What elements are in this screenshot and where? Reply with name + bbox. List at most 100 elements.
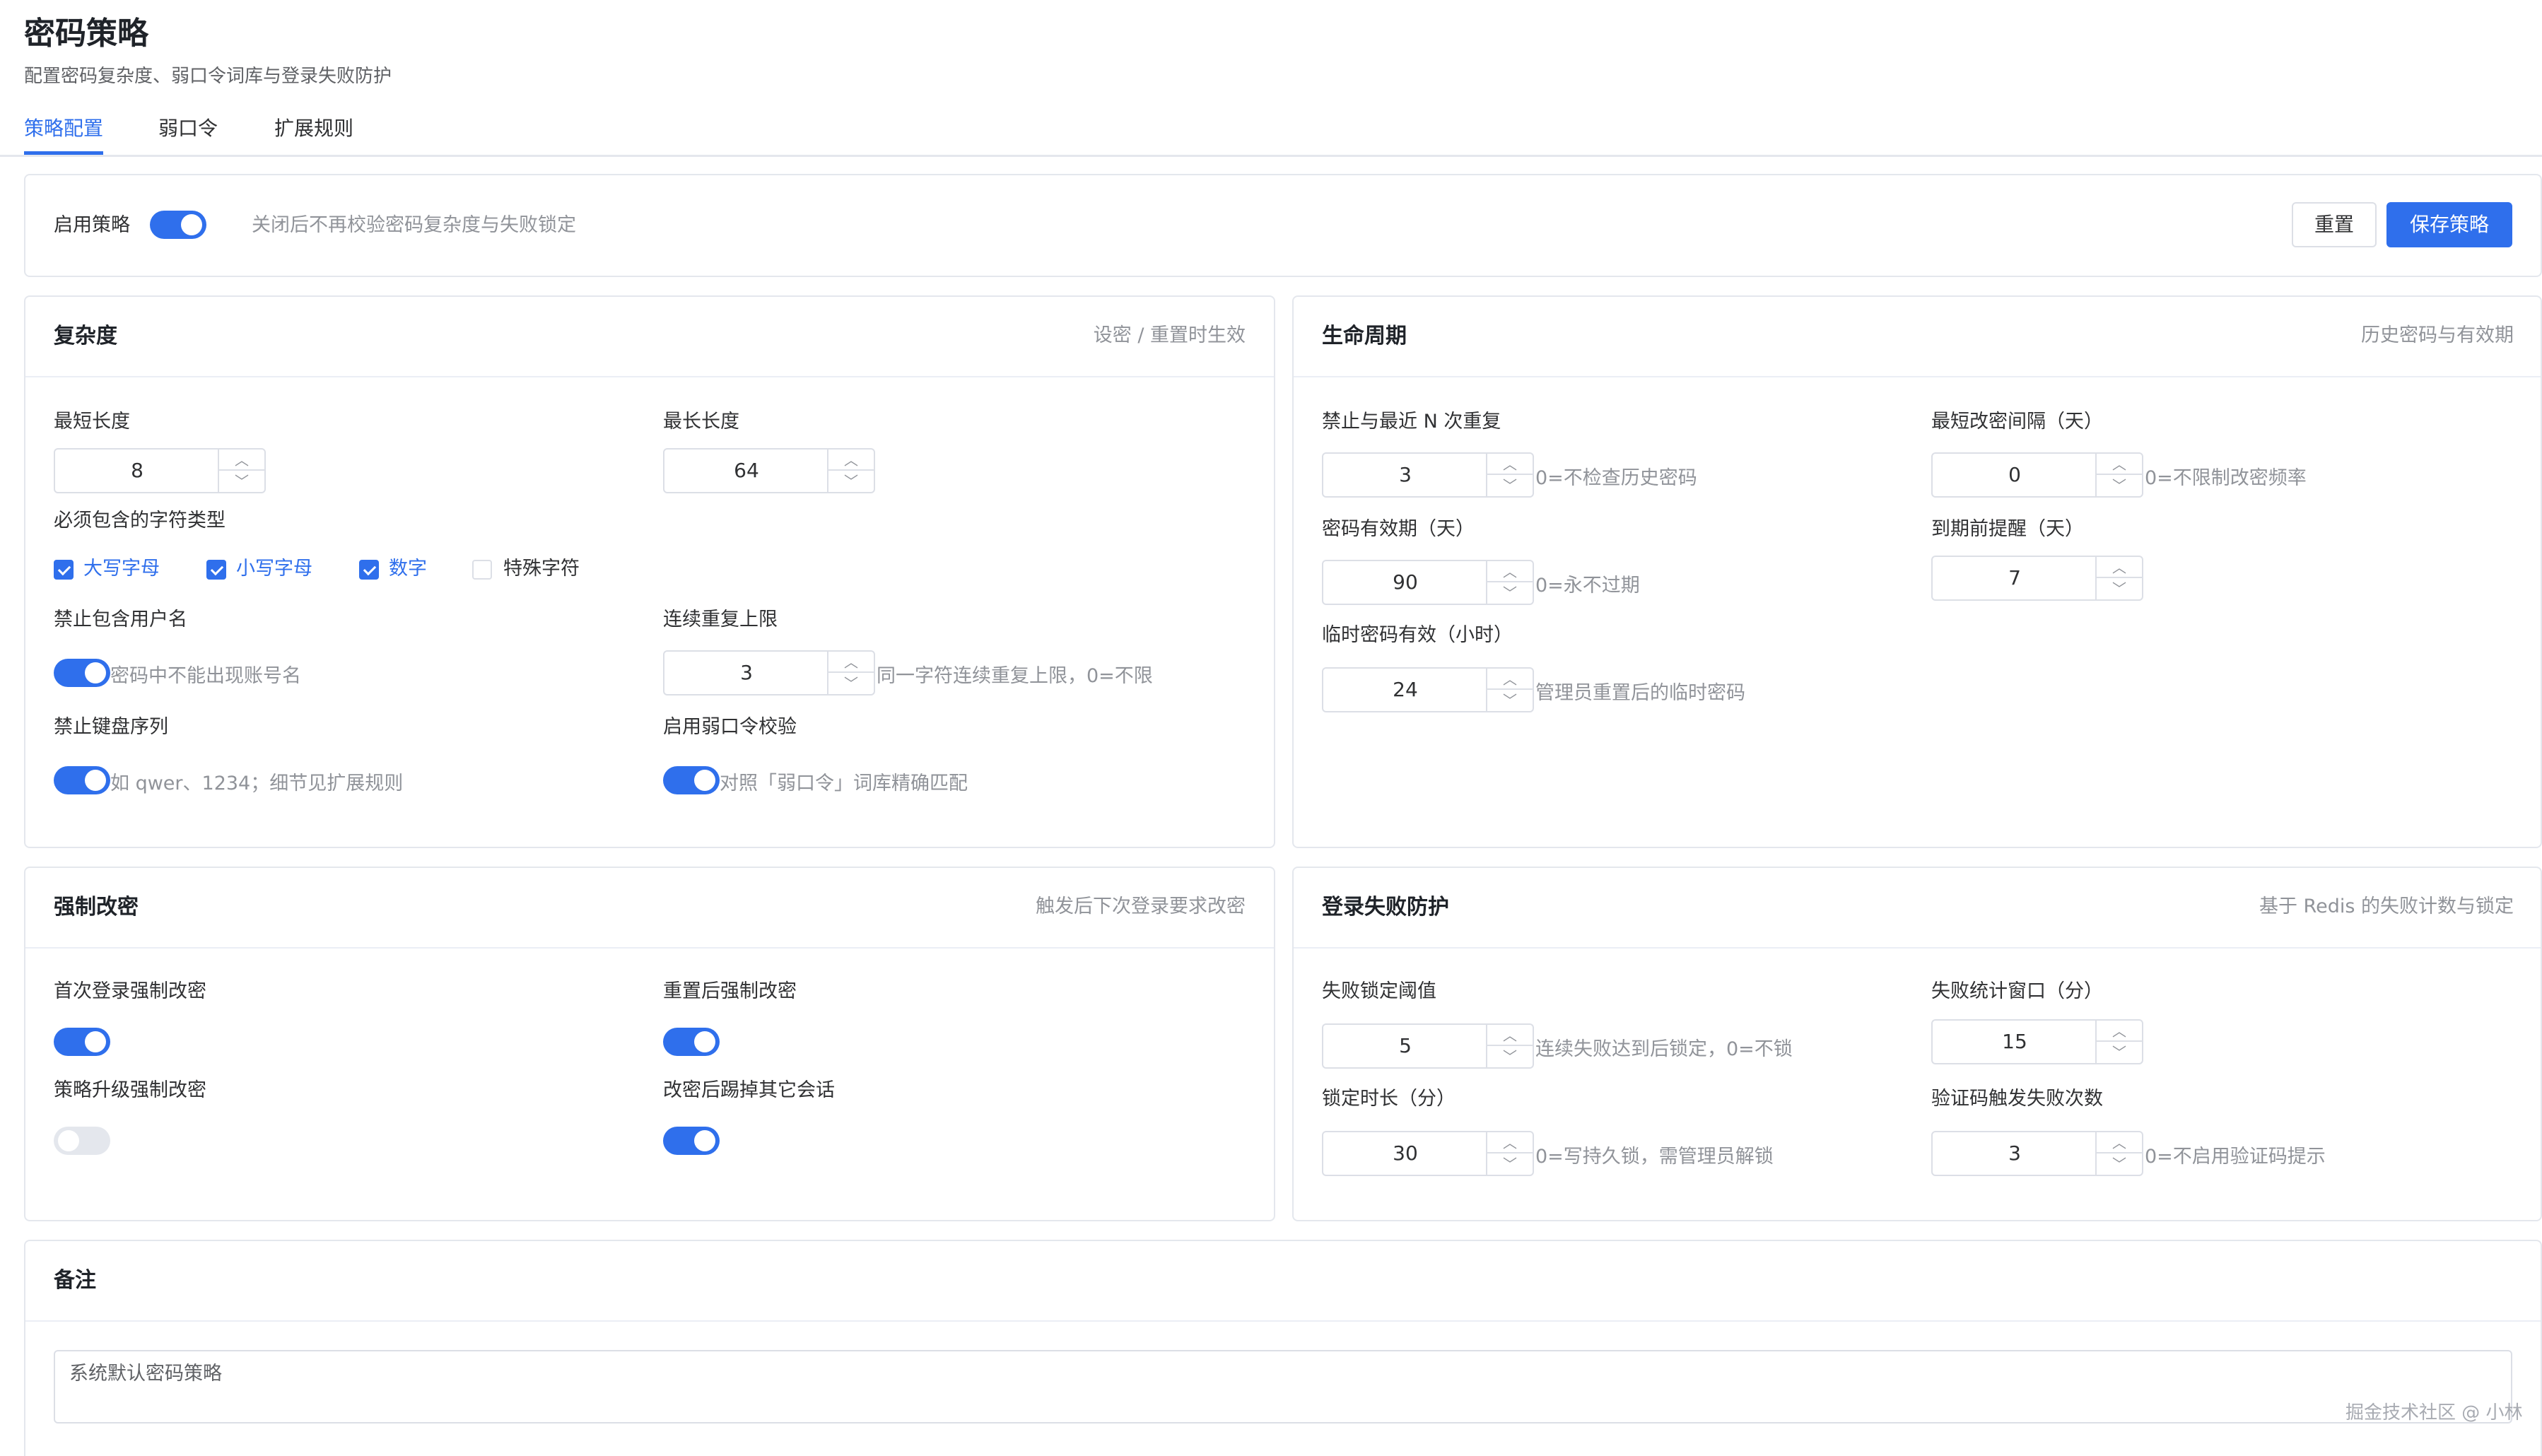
max-length-stepper[interactable]: 64 ︿ ﹀ <box>663 448 875 493</box>
tab-weak-passwords[interactable]: 弱口令 <box>158 113 218 144</box>
watermark: 掘金技术社区 @ 小林 <box>2345 1402 2523 1423</box>
decrement-icon[interactable]: ﹀ <box>828 471 874 492</box>
validity-stepper[interactable]: 90 ︿ ﹀ <box>1322 560 1534 605</box>
uppercase-label[interactable]: 大写字母 <box>83 556 160 582</box>
decrement-icon[interactable]: ﹀ <box>2097 1153 2142 1175</box>
history-value: 3 <box>1399 463 1412 486</box>
digits-checkbox[interactable] <box>359 560 379 580</box>
increment-icon[interactable]: ︿ <box>828 652 874 673</box>
decrement-icon[interactable]: ﹀ <box>1487 1046 1533 1067</box>
max-length-value: 64 <box>734 459 759 482</box>
decrement-icon[interactable]: ﹀ <box>828 673 874 694</box>
stepper-controls: ︿ ﹀ <box>2095 557 2142 599</box>
tab-policy-config[interactable]: 策略配置 <box>24 113 103 144</box>
lowercase-checkbox[interactable] <box>206 560 226 580</box>
decrement-icon[interactable]: ﹀ <box>2097 1042 2142 1063</box>
force-change-title: 强制改密 <box>54 895 139 920</box>
reset-button[interactable]: 重置 <box>2292 202 2377 247</box>
repeat-limit-label: 连续重复上限 <box>663 609 778 630</box>
enable-policy-label: 启用策略 <box>54 214 130 236</box>
lock-threshold-label: 失败锁定阈值 <box>1322 980 1436 1002</box>
remind-value: 7 <box>2008 566 2021 589</box>
decrement-icon[interactable]: ﹀ <box>1487 1153 1533 1175</box>
stepper-controls: ︿ ﹀ <box>1486 561 1533 604</box>
tabs-divider <box>0 155 2542 157</box>
page-title: 密码策略 <box>24 16 148 52</box>
increment-icon[interactable]: ︿ <box>2097 1132 2142 1153</box>
weak-check-toggle[interactable] <box>663 766 720 794</box>
lock-threshold-hint: 连续失败达到后锁定，0=不锁 <box>1535 1038 1793 1060</box>
remark-card <box>24 1240 2542 1456</box>
temp-validity-hint: 管理员重置后的临时密码 <box>1535 682 1745 704</box>
policy-upgrade-label: 策略升级强制改密 <box>54 1079 206 1101</box>
increment-icon[interactable]: ︿ <box>219 450 264 471</box>
captcha-count-stepper[interactable]: 3 ︿ ﹀ <box>1931 1131 2143 1176</box>
tab-extended-rules[interactable]: 扩展规则 <box>274 113 353 144</box>
increment-icon[interactable]: ︿ <box>1487 561 1533 582</box>
decrement-icon[interactable]: ﹀ <box>1487 690 1533 711</box>
min-length-stepper[interactable]: 8 ︿ ﹀ <box>54 448 266 493</box>
uppercase-checkbox[interactable] <box>54 560 74 580</box>
lock-threshold-stepper[interactable]: 5 ︿ ﹀ <box>1322 1023 1534 1069</box>
no-keyboard-seq-label: 禁止键盘序列 <box>54 716 168 738</box>
card-divider <box>25 1320 2541 1322</box>
min-interval-value: 0 <box>2008 463 2021 486</box>
window-stepper[interactable]: 15 ︿ ﹀ <box>1931 1019 2143 1064</box>
special-chars-checkbox[interactable] <box>472 560 492 580</box>
decrement-icon[interactable]: ﹀ <box>1487 582 1533 604</box>
policy-upgrade-toggle[interactable] <box>54 1127 110 1155</box>
lock-duration-label: 锁定时长（分） <box>1322 1088 1456 1110</box>
remark-textarea[interactable]: 系统默认密码策略 <box>54 1350 2512 1423</box>
save-policy-button[interactable]: 保存策略 <box>2386 202 2512 247</box>
decrement-icon[interactable]: ﹀ <box>219 471 264 492</box>
kick-sessions-label: 改密后踢掉其它会话 <box>663 1079 835 1101</box>
min-interval-label: 最短改密间隔（天） <box>1931 411 2103 433</box>
repeat-limit-stepper[interactable]: 3 ︿ ﹀ <box>663 650 875 695</box>
char-types-label: 必须包含的字符类型 <box>54 510 226 532</box>
complexity-title: 复杂度 <box>54 324 117 348</box>
no-keyboard-seq-toggle[interactable] <box>54 766 110 794</box>
increment-icon[interactable]: ︿ <box>1487 1132 1533 1153</box>
increment-icon[interactable]: ︿ <box>828 450 874 471</box>
repeat-limit-value: 3 <box>740 661 753 684</box>
toggle-knob <box>694 770 715 791</box>
remind-stepper[interactable]: 7 ︿ ﹀ <box>1931 556 2143 601</box>
toggle-knob <box>58 1130 79 1151</box>
force-change-hint: 触发后下次登录要求改密 <box>1036 896 1246 917</box>
no-keyboard-seq-hint: 如 qwer、1234；细节见扩展规则 <box>110 773 404 794</box>
decrement-icon[interactable]: ﹀ <box>2097 475 2142 496</box>
no-username-toggle[interactable] <box>54 659 110 687</box>
enable-policy-toggle[interactable] <box>150 211 206 239</box>
stepper-controls: ︿ ﹀ <box>827 652 874 694</box>
kick-sessions-toggle[interactable] <box>663 1127 720 1155</box>
validity-value: 90 <box>1393 570 1418 594</box>
increment-icon[interactable]: ︿ <box>1487 454 1533 475</box>
stepper-controls: ︿ ﹀ <box>1486 1132 1533 1175</box>
stepper-controls: ︿ ﹀ <box>1486 1025 1533 1067</box>
no-username-hint: 密码中不能出现账号名 <box>110 665 301 687</box>
validity-label: 密码有效期（天） <box>1322 518 1475 540</box>
history-stepper[interactable]: 3 ︿ ﹀ <box>1322 452 1534 498</box>
digits-label[interactable]: 数字 <box>389 556 427 582</box>
increment-icon[interactable]: ︿ <box>2097 454 2142 475</box>
increment-icon[interactable]: ︿ <box>2097 1021 2142 1042</box>
captcha-count-hint: 0=不启用验证码提示 <box>2145 1146 2326 1168</box>
increment-icon[interactable]: ︿ <box>1487 669 1533 690</box>
temp-validity-stepper[interactable]: 24 ︿ ﹀ <box>1322 667 1534 712</box>
lowercase-label[interactable]: 小写字母 <box>236 556 312 582</box>
toggle-knob <box>181 214 202 235</box>
lifecycle-hint: 历史密码与有效期 <box>2361 324 2514 346</box>
first-login-toggle[interactable] <box>54 1028 110 1056</box>
after-reset-toggle[interactable] <box>663 1028 720 1056</box>
special-chars-label[interactable]: 特殊字符 <box>503 556 580 582</box>
stepper-controls: ︿ ﹀ <box>2095 1021 2142 1063</box>
lock-duration-stepper[interactable]: 30 ︿ ﹀ <box>1322 1131 1534 1176</box>
increment-icon[interactable]: ︿ <box>2097 557 2142 578</box>
decrement-icon[interactable]: ﹀ <box>2097 578 2142 599</box>
decrement-icon[interactable]: ﹀ <box>1487 475 1533 496</box>
validity-hint: 0=永不过期 <box>1535 575 1640 597</box>
repeat-limit-hint: 同一字符连续重复上限，0=不限 <box>877 665 1153 687</box>
increment-icon[interactable]: ︿ <box>1487 1025 1533 1046</box>
history-label: 禁止与最近 N 次重复 <box>1322 411 1501 433</box>
min-interval-stepper[interactable]: 0 ︿ ﹀ <box>1931 452 2143 498</box>
